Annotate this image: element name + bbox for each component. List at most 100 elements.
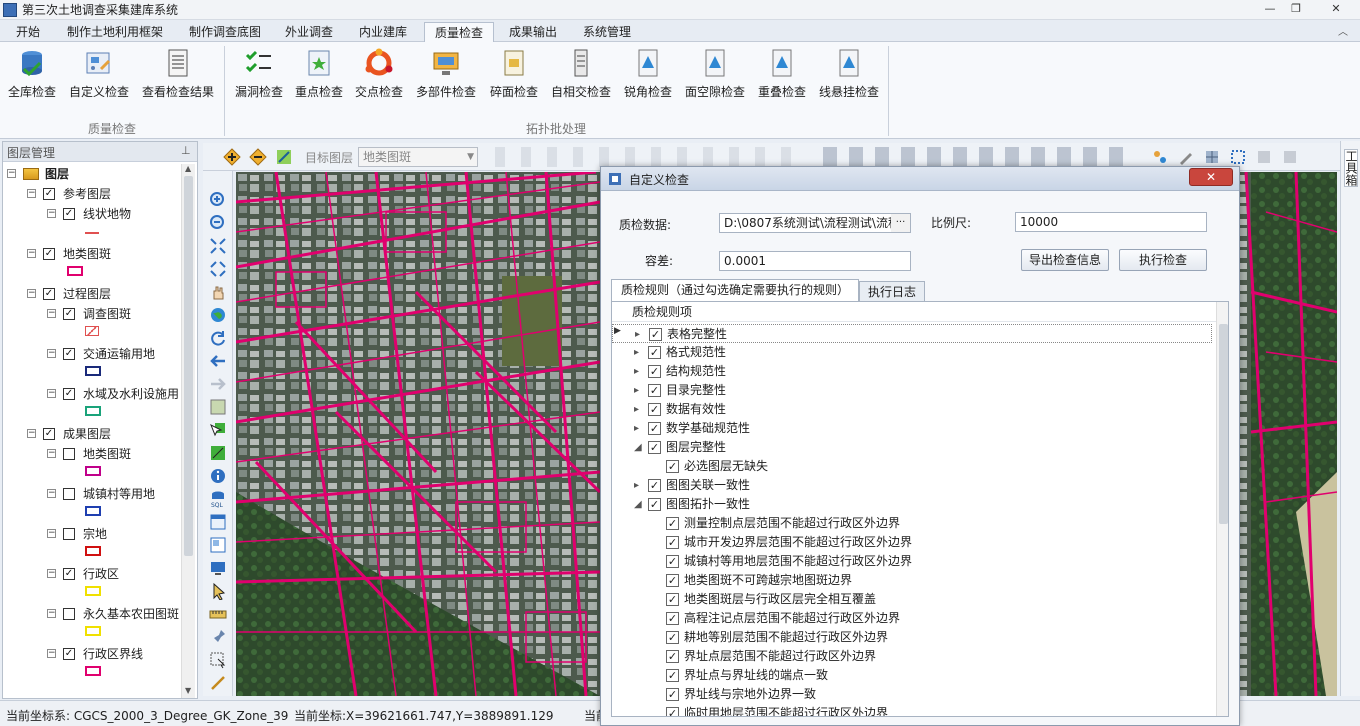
rule-checkbox[interactable]: ✓ <box>666 707 679 716</box>
toolbox-tab[interactable]: 工具箱 <box>1344 149 1358 187</box>
export-info-button[interactable]: 导出检查信息 <box>1021 249 1109 271</box>
layer-item-town[interactable]: − 城镇村等用地 <box>3 484 181 504</box>
expand-icon[interactable]: − <box>47 529 56 538</box>
tab-land-use-frame[interactable]: 制作土地利用框架 <box>58 22 172 42</box>
pen-icon[interactable] <box>1177 148 1195 166</box>
layer-item-parcel[interactable]: − 宗地 <box>3 524 181 544</box>
rule-checkbox[interactable]: ✓ <box>666 688 679 701</box>
edit-start-icon[interactable] <box>275 148 293 166</box>
rule-checkbox[interactable]: ✓ <box>666 669 679 682</box>
layer-visibility-checkbox[interactable]: ✓ <box>63 388 75 400</box>
expand-icon[interactable]: − <box>27 249 36 258</box>
gap-hole-check-button[interactable]: 漏洞检查 <box>232 47 286 105</box>
node-tool-icon[interactable] <box>1151 148 1169 166</box>
forward-arrow-icon[interactable] <box>209 375 227 393</box>
rule-item[interactable]: ✓ 临时用地层范围不能超过行政区外边界 <box>612 704 1212 716</box>
self-intersect-check-button[interactable]: 自相交检查 <box>548 47 614 105</box>
run-check-button[interactable]: 执行检查 <box>1119 249 1207 271</box>
expand-arrow-icon[interactable]: ▸ <box>634 476 639 495</box>
zoom-to-selection-icon[interactable] <box>209 651 227 669</box>
layer-item-linear[interactable]: − ✓ 线状地物 <box>3 204 181 224</box>
rule-checkbox[interactable]: ✓ <box>666 460 679 473</box>
rule-item[interactable]: ✓ 必选图层无缺失 <box>612 457 1212 476</box>
rule-item[interactable]: ▸ ✓ 数据有效性 <box>612 400 1212 419</box>
layer-item-farmland[interactable]: − 永久基本农田图斑 <box>3 604 181 624</box>
expand-icon[interactable]: − <box>47 609 56 618</box>
rule-checkbox[interactable]: ✓ <box>666 612 679 625</box>
collapse-arrow-icon[interactable]: ◢ <box>634 438 642 457</box>
rule-checkbox[interactable]: ✓ <box>648 365 661 378</box>
layer-visibility-checkbox[interactable]: ✓ <box>43 428 55 440</box>
full-check-button[interactable]: 全库检查 <box>4 47 60 105</box>
expand-arrow-icon[interactable]: ▸ <box>634 400 639 419</box>
rule-item[interactable]: ▸ ✓ 表格完整性 <box>612 324 1212 343</box>
expand-icon[interactable]: − <box>47 489 56 498</box>
add-layer-icon[interactable] <box>223 148 241 166</box>
expand-arrow-icon[interactable]: ▸ <box>634 343 639 362</box>
layer-visibility-checkbox[interactable] <box>63 608 75 620</box>
expand-arrow-icon[interactable]: ▸ <box>634 381 639 400</box>
rule-checkbox[interactable]: ✓ <box>666 555 679 568</box>
expand-arrow-icon[interactable]: ▸ <box>634 419 639 438</box>
expand-icon[interactable]: − <box>47 449 56 458</box>
rule-checkbox[interactable]: ✓ <box>648 384 661 397</box>
layer-visibility-checkbox[interactable] <box>63 488 75 500</box>
scale-input[interactable]: 10000 <box>1015 212 1207 232</box>
zoom-out-icon[interactable] <box>209 214 227 232</box>
tab-output[interactable]: 成果输出 <box>500 22 566 42</box>
tab-system[interactable]: 系统管理 <box>574 22 640 42</box>
sql-query-icon[interactable]: SQL <box>209 490 227 508</box>
layer-item-landclass[interactable]: − ✓ 地类图斑 <box>3 244 181 264</box>
layer-item-survey[interactable]: − ✓ 调查图斑 <box>3 304 181 324</box>
refresh-icon[interactable] <box>209 329 227 347</box>
pin-icon[interactable]: ⊥ <box>181 144 191 157</box>
rule-item[interactable]: ✓ 界址线与宗地外边界一致 <box>612 685 1212 704</box>
expand-arrow-icon[interactable]: ▸ <box>634 362 639 381</box>
tab-log[interactable]: 执行日志 <box>859 281 925 303</box>
disabled-tool-icon[interactable] <box>1255 148 1273 166</box>
grid-icon[interactable] <box>1203 148 1221 166</box>
clear-selection-icon[interactable] <box>209 444 227 462</box>
layer-item-district[interactable]: − ✓ 行政区 <box>3 564 181 584</box>
full-extent-icon[interactable] <box>209 237 227 255</box>
remove-layer-icon[interactable] <box>249 148 267 166</box>
layer-item-reference[interactable]: − ✓ 参考图层 <box>3 184 181 204</box>
tab-office-db[interactable]: 内业建库 <box>350 22 416 42</box>
overlap-check-button[interactable]: 重叠检查 <box>754 47 810 105</box>
layer-item-water[interactable]: − ✓ 水域及水利设施用 <box>3 384 181 404</box>
tab-survey-basemap[interactable]: 制作调查底图 <box>180 22 270 42</box>
select-feature-icon[interactable] <box>209 421 227 439</box>
expand-icon[interactable]: − <box>7 169 16 178</box>
rule-checkbox[interactable]: ✓ <box>666 517 679 530</box>
rule-checkbox[interactable]: ✓ <box>666 650 679 663</box>
rule-checkbox[interactable]: ✓ <box>648 346 661 359</box>
rule-checkbox[interactable]: ✓ <box>648 422 661 435</box>
tab-quality-check[interactable]: 质量检查 <box>424 22 494 42</box>
dangle-check-button[interactable]: 线悬挂检查 <box>816 47 882 105</box>
view-results-button[interactable]: 查看检查结果 <box>138 47 218 105</box>
rule-item[interactable]: ✓ 界址点层范围不能超过行政区外边界 <box>612 647 1212 666</box>
fixed-zoom-icon[interactable] <box>209 260 227 278</box>
rule-item[interactable]: ◢ ✓ 图层完整性 <box>612 438 1212 457</box>
layer-item-transport[interactable]: − ✓ 交通运输用地 <box>3 344 181 364</box>
gap-check-button[interactable]: 面空隙检查 <box>682 47 748 105</box>
collapse-ribbon-icon[interactable]: ︿ <box>1338 23 1348 38</box>
rule-checkbox[interactable]: ✓ <box>648 498 661 511</box>
layer-visibility-checkbox[interactable]: ✓ <box>63 348 75 360</box>
layer-item-process[interactable]: − ✓ 过程图层 <box>3 284 181 304</box>
rule-item[interactable]: ▸ ✓ 格式规范性 <box>612 343 1212 362</box>
layer-scrollbar[interactable]: ▲ ▼ <box>181 164 195 698</box>
rule-item[interactable]: ✓ 城市开发边界层范围不能超过行政区外边界 <box>612 533 1212 552</box>
rule-item[interactable]: ▸ ✓ 目录完整性 <box>612 381 1212 400</box>
rule-checkbox[interactable]: ✓ <box>666 536 679 549</box>
expand-icon[interactable]: − <box>47 349 56 358</box>
rule-item[interactable]: ✓ 界址点与界址线的端点一致 <box>612 666 1212 685</box>
target-layer-select[interactable]: 地类图斑 ▼ <box>358 147 478 167</box>
layer-visibility-checkbox[interactable]: ✓ <box>63 568 75 580</box>
pin-tool-icon[interactable] <box>209 628 227 646</box>
layer-visibility-checkbox[interactable]: ✓ <box>63 308 75 320</box>
layer-visibility-checkbox[interactable] <box>63 528 75 540</box>
layer-item-district-line[interactable]: − ✓ 行政区界线 <box>3 644 181 664</box>
layer-item-result[interactable]: − ✓ 成果图层 <box>3 424 181 444</box>
intersection-check-button[interactable]: 交点检查 <box>352 47 406 105</box>
